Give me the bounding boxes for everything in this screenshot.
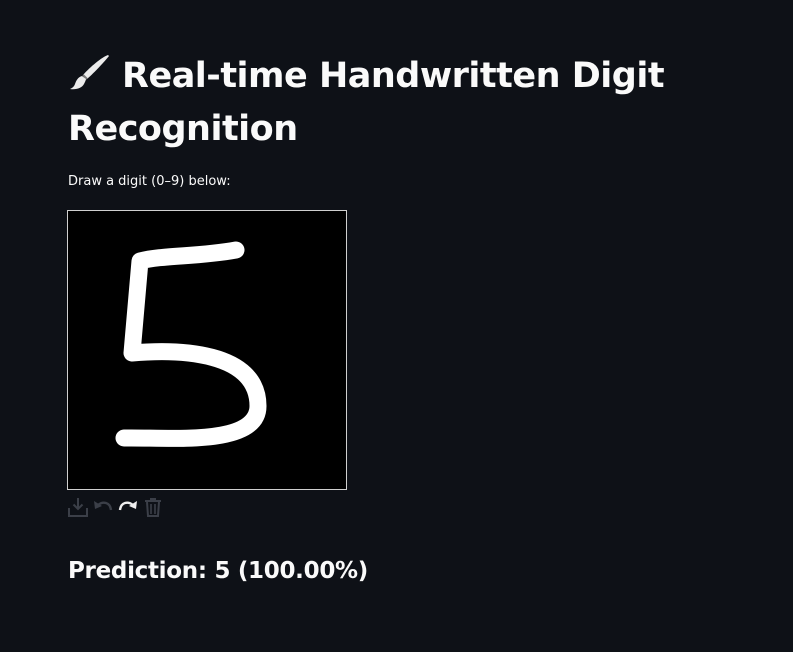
paintbrush-icon <box>68 52 112 92</box>
drawing-canvas[interactable] <box>67 210 347 490</box>
canvas-instruction: Draw a digit (0–9) below: <box>68 174 231 189</box>
prediction-result: Prediction: 5 (100.00%) <box>68 558 368 584</box>
canvas-toolbar <box>67 495 164 519</box>
download-icon[interactable] <box>67 496 89 518</box>
drawn-digit-stroke <box>115 241 267 447</box>
page-title: Real-time Handwritten Digit Recognition <box>68 50 748 156</box>
redo-icon[interactable] <box>117 496 139 518</box>
page-title-text: Real-time Handwritten Digit Recognition <box>68 56 665 149</box>
trash-icon[interactable] <box>142 496 164 518</box>
undo-icon[interactable] <box>92 496 114 518</box>
app-main: Real-time Handwritten Digit Recognition … <box>0 0 793 652</box>
